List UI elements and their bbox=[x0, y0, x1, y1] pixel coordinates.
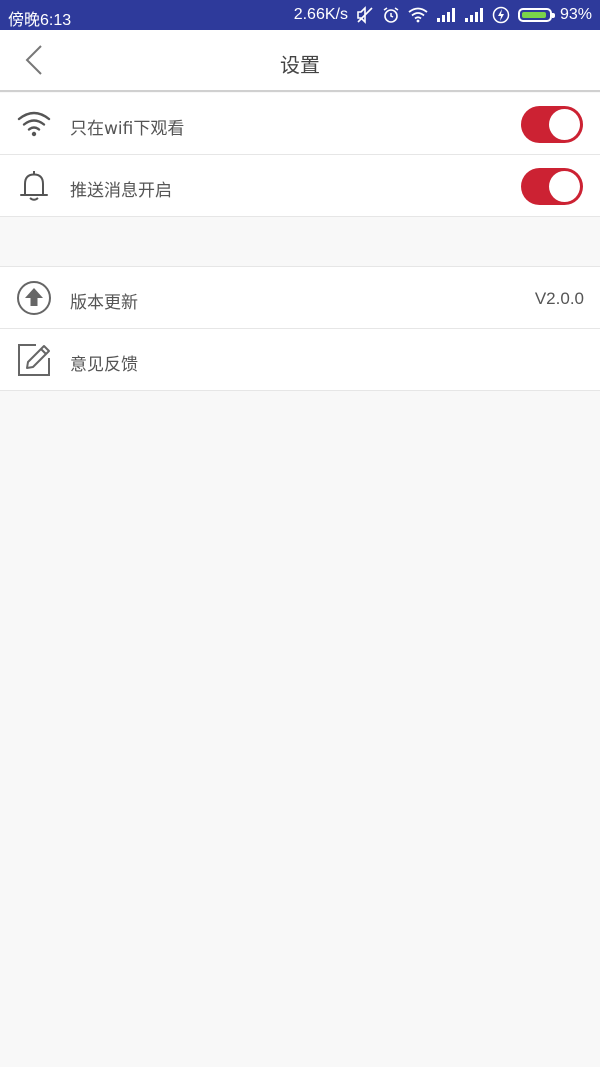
upload-arrow-icon bbox=[16, 280, 52, 316]
version-value: V2.0.0 bbox=[534, 289, 584, 308]
battery-fill bbox=[521, 12, 546, 18]
header: 设置 bbox=[0, 30, 600, 92]
page-title: 设置 bbox=[280, 53, 320, 77]
setting-row-version-update[interactable]: 版本更新 V2.0.0 bbox=[0, 267, 600, 329]
status-bar: 傍晚6:13 2.66K/s 93% bbox=[0, 0, 600, 30]
setting-row-push: 推送消息开启 bbox=[0, 155, 600, 217]
setting-label: 推送消息开启 bbox=[70, 181, 172, 201]
bell-icon bbox=[16, 168, 52, 204]
wifi-only-toggle[interactable] bbox=[521, 106, 583, 143]
setting-label: 只在wifi下观看 bbox=[70, 119, 185, 139]
toggle-settings-group: 只在wifi下观看 推送消息开启 bbox=[0, 93, 600, 217]
edit-icon bbox=[16, 342, 52, 378]
mute-icon bbox=[356, 6, 374, 24]
push-notifications-toggle[interactable] bbox=[521, 168, 583, 205]
info-settings-group: 版本更新 V2.0.0 意见反馈 bbox=[0, 266, 600, 391]
wifi-icon bbox=[408, 7, 428, 23]
toggle-knob bbox=[549, 171, 580, 202]
status-icons: 2.66K/s 93% bbox=[294, 5, 592, 25]
toggle-knob bbox=[549, 109, 580, 140]
setting-row-wifi-only: 只在wifi下观看 bbox=[0, 93, 600, 155]
battery-percent: 93% bbox=[559, 6, 592, 23]
setting-label: 版本更新 bbox=[70, 293, 138, 313]
status-time: 傍晚6:13 bbox=[8, 12, 72, 29]
signal-icon bbox=[436, 7, 456, 23]
alarm-icon bbox=[382, 6, 400, 24]
signal-icon bbox=[464, 7, 484, 23]
charging-icon bbox=[492, 6, 510, 24]
setting-row-feedback[interactable]: 意见反馈 bbox=[0, 329, 600, 391]
setting-label: 意见反馈 bbox=[70, 355, 138, 375]
battery-icon bbox=[517, 8, 555, 22]
wifi-icon bbox=[16, 106, 52, 142]
network-speed: 2.66K/s bbox=[293, 6, 348, 23]
